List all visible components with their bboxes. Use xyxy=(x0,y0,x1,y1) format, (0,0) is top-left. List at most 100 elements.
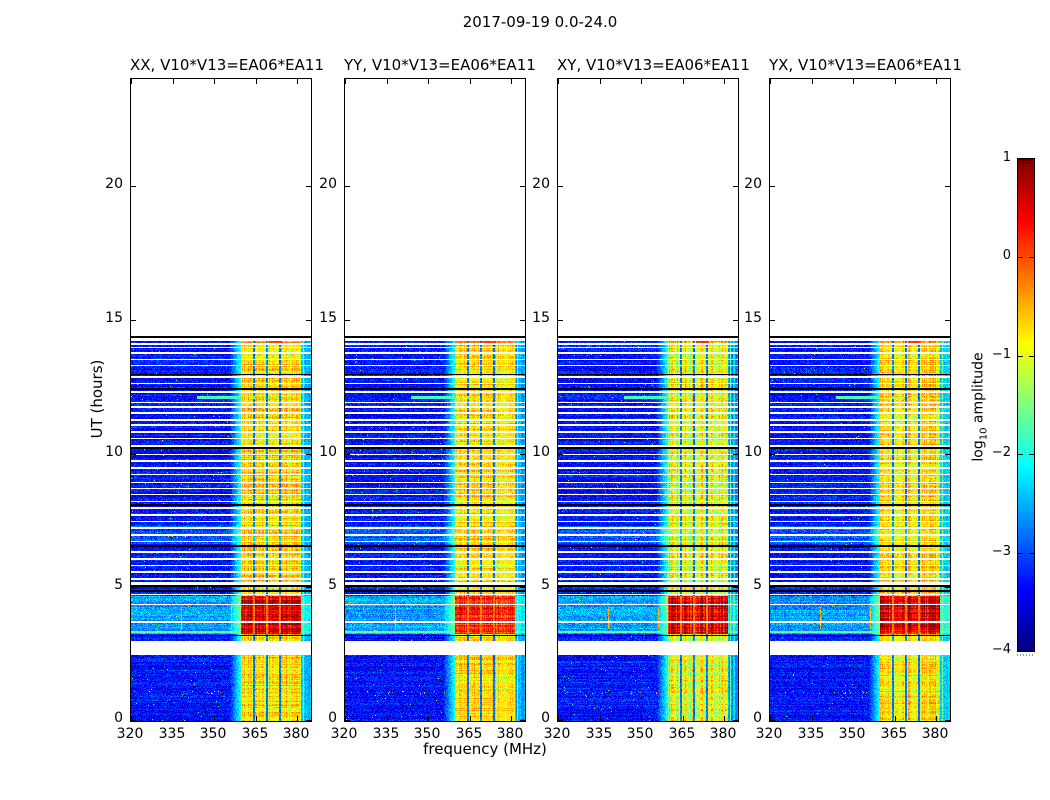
y-tick-mark xyxy=(770,720,775,721)
x-tick-mark xyxy=(345,79,346,84)
colorbar-top-hatch xyxy=(1021,159,1022,164)
x-tick-mark xyxy=(853,716,854,721)
y-tick-label: 15 xyxy=(505,310,550,326)
y-tick-label: 20 xyxy=(505,176,550,192)
panel-title-xy: XY, V10*V13=EA06*EA11 xyxy=(557,56,737,74)
colorbar-tick-mark xyxy=(1029,454,1034,455)
y-tick-label: 15 xyxy=(78,310,123,326)
y-tick-mark xyxy=(558,186,563,187)
y-tick-label: 0 xyxy=(78,710,123,726)
x-tick-mark xyxy=(770,79,771,84)
x-tick-mark xyxy=(812,716,813,721)
x-tick-label: 335 xyxy=(577,726,621,742)
y-tick-mark xyxy=(345,587,350,588)
x-axis-label: frequency (MHz) xyxy=(423,740,547,758)
panel-title-xx: XX, V10*V13=EA06*EA11 xyxy=(130,56,310,74)
x-tick-mark xyxy=(895,79,896,84)
spectrogram-xx xyxy=(131,79,311,721)
y-tick-label: 0 xyxy=(505,710,550,726)
x-tick-mark xyxy=(470,79,471,84)
y-tick-mark xyxy=(558,720,563,721)
x-tick-mark xyxy=(256,79,257,84)
colorbar-top-hatch xyxy=(1027,159,1028,164)
panel-title-yx: YX, V10*V13=EA06*EA11 xyxy=(769,56,949,74)
spectrogram-xy xyxy=(558,79,738,721)
y-tick-label: 10 xyxy=(505,444,550,460)
x-tick-mark xyxy=(173,79,174,84)
colorbar-top-hatch xyxy=(1031,159,1032,164)
y-tick-label: 5 xyxy=(292,577,337,593)
spectrogram-yx xyxy=(770,79,950,721)
y-tick-mark xyxy=(770,454,775,455)
y-tick-mark xyxy=(131,454,136,455)
x-tick-mark xyxy=(600,716,601,721)
colorbar-tick-label: 0 xyxy=(969,248,1011,263)
y-tick-mark xyxy=(345,454,350,455)
colorbar-underflow-dots xyxy=(1017,654,1035,656)
y-tick-label: 20 xyxy=(78,176,123,192)
y-tick-mark xyxy=(558,320,563,321)
y-axis-label: UT (hours) xyxy=(88,360,106,439)
colorbar-tick-mark xyxy=(1029,553,1034,554)
x-tick-mark xyxy=(387,716,388,721)
x-tick-label: 320 xyxy=(322,726,366,742)
colorbar-tick-mark xyxy=(1018,356,1023,357)
x-tick-mark xyxy=(641,79,642,84)
y-tick-label: 20 xyxy=(717,176,762,192)
x-tick-label: 320 xyxy=(108,726,152,742)
y-tick-label: 5 xyxy=(78,577,123,593)
colorbar-tick-label: 1 xyxy=(969,150,1011,165)
colorbar-label-subscript: 10 xyxy=(978,428,989,441)
y-tick-mark xyxy=(945,186,950,187)
colorbar-tick-mark xyxy=(1018,454,1023,455)
x-tick-mark xyxy=(558,79,559,84)
y-tick-mark xyxy=(131,587,136,588)
colorbar-label-suffix: amplitude xyxy=(971,352,987,427)
x-tick-mark xyxy=(812,79,813,84)
y-tick-label: 0 xyxy=(292,710,337,726)
y-tick-mark xyxy=(345,320,350,321)
y-tick-mark xyxy=(770,587,775,588)
x-tick-mark xyxy=(511,79,512,84)
colorbar-tick-label: −3 xyxy=(969,544,1011,559)
x-tick-mark xyxy=(256,716,257,721)
colorbar-top-hatch xyxy=(1029,159,1030,164)
y-tick-label: 10 xyxy=(717,444,762,460)
x-tick-mark xyxy=(853,79,854,84)
panel-xx xyxy=(130,78,312,722)
colorbar-tick-label: −2 xyxy=(969,445,1011,460)
x-tick-mark xyxy=(173,716,174,721)
y-tick-mark xyxy=(770,320,775,321)
colorbar-tick-mark xyxy=(1029,257,1034,258)
x-tick-label: 335 xyxy=(364,726,408,742)
x-tick-label: 380 xyxy=(701,726,745,742)
figure: 2017-09-19 0.0-24.0 UT (hours) frequency… xyxy=(0,0,1050,800)
x-tick-mark xyxy=(936,79,937,84)
y-tick-mark xyxy=(131,320,136,321)
figure-title: 2017-09-19 0.0-24.0 xyxy=(463,13,618,31)
x-tick-mark xyxy=(428,716,429,721)
y-tick-mark xyxy=(558,454,563,455)
x-tick-label: 350 xyxy=(618,726,662,742)
spectrogram-yy xyxy=(345,79,525,721)
y-tick-label: 5 xyxy=(717,577,762,593)
x-tick-mark xyxy=(214,79,215,84)
colorbar-top-hatch xyxy=(1023,159,1024,164)
y-tick-mark xyxy=(345,186,350,187)
x-tick-label: 335 xyxy=(789,726,833,742)
x-tick-label: 365 xyxy=(872,726,916,742)
colorbar-tick-label: −4 xyxy=(969,642,1011,657)
y-tick-label: 0 xyxy=(717,710,762,726)
x-tick-label: 365 xyxy=(660,726,704,742)
x-tick-label: 380 xyxy=(488,726,532,742)
colorbar-tick-mark xyxy=(1018,553,1023,554)
x-tick-mark xyxy=(214,716,215,721)
y-tick-mark xyxy=(945,587,950,588)
colorbar-tick-mark xyxy=(1018,257,1023,258)
x-tick-mark xyxy=(724,79,725,84)
x-tick-mark xyxy=(895,716,896,721)
y-tick-mark xyxy=(945,320,950,321)
colorbar-gradient xyxy=(1018,159,1034,651)
y-tick-mark xyxy=(131,720,136,721)
x-tick-mark xyxy=(387,79,388,84)
